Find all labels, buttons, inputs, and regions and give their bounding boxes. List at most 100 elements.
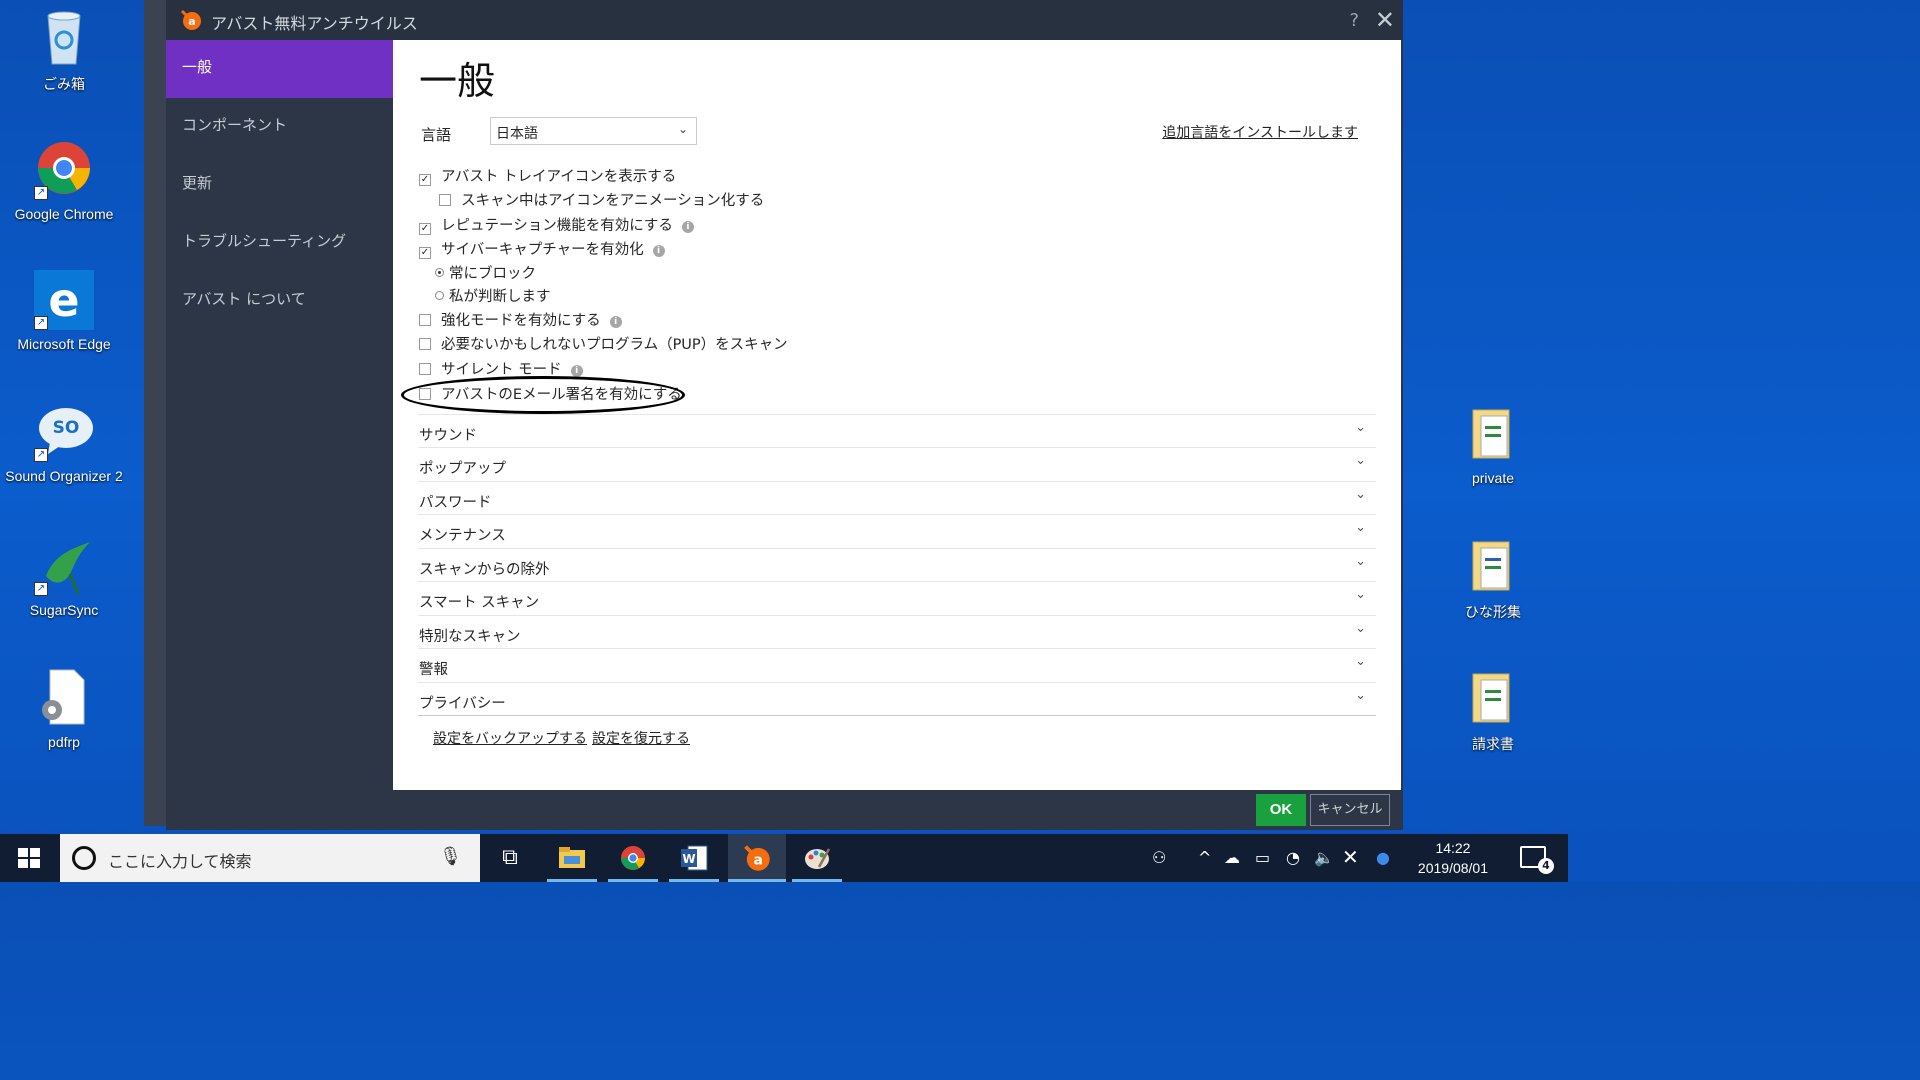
radio-let-me-decide[interactable]: 私が判断します xyxy=(435,285,551,306)
desktop-icon-label: Microsoft Edge xyxy=(17,336,111,352)
people-icon[interactable]: ⚇ xyxy=(1152,848,1166,867)
chevron-down-icon: ⌄ xyxy=(1355,487,1366,502)
desktop-icon-label: SugarSync xyxy=(29,602,99,618)
checkbox-checked[interactable]: ✓ xyxy=(419,223,431,235)
info-icon[interactable]: i xyxy=(570,365,583,377)
section-maintenance[interactable]: メンテナンス ⌄ xyxy=(418,514,1376,547)
chevron-down-icon: ⌄ xyxy=(1355,654,1366,669)
desktop-icon-chrome[interactable]: ↗ Google Chrome xyxy=(0,140,128,222)
section-smart-scan[interactable]: スマート スキャン ⌄ xyxy=(418,581,1376,614)
edge-icon: e ↗ xyxy=(34,270,94,330)
option-label: レピュテーション機能を有効にする xyxy=(441,218,673,234)
microphone-icon[interactable]: 🎙 xyxy=(439,846,462,867)
windows-start-icon[interactable] xyxy=(18,848,40,868)
sidebar-item-general[interactable]: 一般 xyxy=(166,40,393,98)
section-label: 特別なスキャン xyxy=(419,629,521,645)
chrome-taskbar-icon[interactable] xyxy=(608,834,658,882)
volume-icon[interactable]: 🔈 xyxy=(1314,848,1334,867)
radio-selected[interactable] xyxy=(435,268,444,277)
checkbox-unchecked[interactable] xyxy=(419,363,431,375)
checkbox-checked[interactable]: ✓ xyxy=(419,247,431,259)
info-icon[interactable]: i xyxy=(652,245,665,257)
desktop-icon-sugarsync[interactable]: ↗ SugarSync xyxy=(0,536,128,618)
option-tray-icon[interactable]: ✓ アバスト トレイアイコンを表示する xyxy=(419,165,676,186)
battery-icon[interactable]: ▭ xyxy=(1255,848,1270,867)
word-taskbar-icon[interactable]: W xyxy=(669,834,719,882)
option-hardened-mode[interactable]: 強化モードを有効にする i xyxy=(419,309,622,330)
section-label: プライバシー xyxy=(419,696,506,712)
sidebar-item-update[interactable]: 更新 xyxy=(166,156,393,214)
chrome-icon: ↗ xyxy=(34,140,94,200)
checkbox-unchecked[interactable] xyxy=(439,194,451,206)
cancel-button[interactable]: キャンセル xyxy=(1310,794,1390,826)
sidebar-item-components[interactable]: コンポーネント xyxy=(166,98,393,156)
help-button[interactable]: ? xyxy=(1349,10,1359,31)
option-label: 必要ないかもしれないプログラム（PUP）をスキャン xyxy=(441,337,788,353)
desktop-icon-label: Sound Organizer 2 xyxy=(5,468,123,484)
section-special-scans[interactable]: 特別なスキャン ⌄ xyxy=(418,615,1376,648)
section-popup[interactable]: ポップアップ ⌄ xyxy=(418,447,1376,480)
chevron-up-icon[interactable]: ^ xyxy=(1198,848,1211,867)
desktop-icon-edge[interactable]: e ↗ Microsoft Edge xyxy=(0,270,128,352)
sugarsync-icon: ↗ xyxy=(34,536,94,596)
desktop-icon-seikyusho[interactable]: 請求書 xyxy=(1429,668,1557,754)
chevron-down-icon: ⌄ xyxy=(1355,453,1366,468)
install-language-link[interactable]: 追加言語をインストールします xyxy=(1162,122,1358,142)
checkbox-unchecked[interactable] xyxy=(419,338,431,350)
desktop-icon-hinagata[interactable]: ひな形集 xyxy=(1429,536,1557,622)
paint-taskbar-icon[interactable] xyxy=(792,834,842,882)
recycle-bin-icon xyxy=(34,8,94,68)
task-view-icon[interactable]: ⧉ xyxy=(485,834,535,882)
background-window xyxy=(144,0,166,826)
option-label: スキャン中はアイコンをアニメーション化する xyxy=(461,193,765,209)
section-privacy[interactable]: プライバシー ⌄ xyxy=(418,682,1376,715)
section-divider xyxy=(418,715,1376,716)
option-cybercapture[interactable]: ✓ サイバーキャプチャーを有効化 i xyxy=(419,238,665,259)
file-explorer-icon[interactable] xyxy=(547,834,597,882)
section-sound[interactable]: サウンド ⌄ xyxy=(418,414,1376,447)
sidebar-item-troubleshooting[interactable]: トラブルシューティング xyxy=(166,214,393,272)
desktop-icon-private[interactable]: private xyxy=(1429,404,1557,486)
option-animate-icon[interactable]: スキャン中はアイコンをアニメーション化する xyxy=(439,189,764,210)
dialog-footer: OK キャンセル xyxy=(166,790,1403,830)
info-icon[interactable]: i xyxy=(609,316,622,328)
settings-sidebar: 一般 コンポーネント 更新 トラブルシューティング アバスト について xyxy=(166,40,393,790)
taskbar-clock[interactable]: 14:22 2019/08/01 xyxy=(1418,838,1488,878)
taskbar-search-box[interactable]: ここに入力して検索 🎙 xyxy=(60,834,480,882)
radio-unselected[interactable] xyxy=(435,291,444,300)
network-disconnected-icon[interactable]: ✕ xyxy=(1342,845,1359,869)
desktop-icon-pdfrp[interactable]: pdfrp xyxy=(0,668,128,750)
option-label: 常にブロック xyxy=(449,266,536,282)
section-password[interactable]: パスワード ⌄ xyxy=(418,481,1376,514)
chevron-down-icon: ⌄ xyxy=(1355,621,1366,636)
wifi-icon[interactable]: ◔ xyxy=(1286,848,1300,867)
section-exclusions[interactable]: スキャンからの除外 ⌄ xyxy=(418,548,1376,581)
restore-settings-link[interactable]: 設定を復元する xyxy=(592,728,690,748)
sidebar-item-about[interactable]: アバスト について xyxy=(166,272,393,330)
close-button[interactable]: ✕ xyxy=(1375,6,1395,34)
section-label: スキャンからの除外 xyxy=(419,562,550,578)
radio-always-block[interactable]: 常にブロック xyxy=(435,262,536,283)
language-select[interactable]: 日本語 ⌄ xyxy=(490,117,697,145)
chevron-down-icon: ⌄ xyxy=(1355,554,1366,569)
checkbox-unchecked[interactable] xyxy=(419,314,431,326)
language-label: 言語 xyxy=(421,126,452,144)
onedrive-icon[interactable]: ☁ xyxy=(1224,848,1240,867)
shortcut-arrow-icon: ↗ xyxy=(34,582,48,596)
avast-taskbar-icon[interactable]: a xyxy=(728,834,786,882)
desktop-icon-sound-organizer[interactable]: SO ↗ Sound Organizer 2 xyxy=(0,402,128,484)
option-pup-scan[interactable]: 必要ないかもしれないプログラム（PUP）をスキャン xyxy=(419,333,788,354)
section-alerts[interactable]: 警報 ⌄ xyxy=(418,648,1376,681)
dialog-title-bar[interactable]: a アバスト無料アンチウイルス ? ✕ xyxy=(166,0,1403,40)
desktop-icon-recycle-bin[interactable]: ごみ箱 xyxy=(0,8,128,94)
checkbox-checked[interactable]: ✓ xyxy=(419,174,431,186)
svg-text:W: W xyxy=(682,852,695,866)
shortcut-arrow-icon: ↗ xyxy=(34,316,48,330)
info-icon[interactable]: i xyxy=(681,221,694,233)
highlight-ellipse-annotation xyxy=(401,376,685,414)
backup-settings-link[interactable]: 設定をバックアップする xyxy=(433,728,587,748)
ok-button[interactable]: OK xyxy=(1256,794,1306,826)
defender-icon[interactable]: ● xyxy=(1376,848,1390,867)
option-reputation[interactable]: ✓ レピュテーション機能を有効にする i xyxy=(419,214,694,235)
chevron-down-icon: ⌄ xyxy=(1355,688,1366,703)
